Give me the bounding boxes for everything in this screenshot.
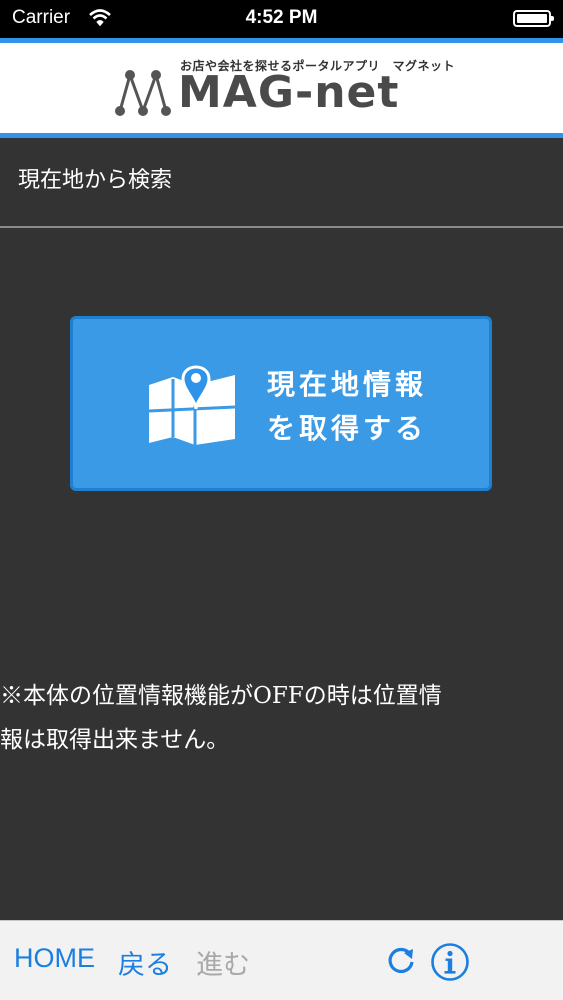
main-content: 現在地情報 を取得する ※本体の位置情報機能がOFFの時は位置情 報は取得出来ま… [0,230,563,920]
bottom-toolbar: HOME 戻る 進む [0,920,563,1000]
clock-time: 4:52 PM [245,7,318,28]
logo-mark-icon [112,67,174,121]
forward-button[interactable]: 進む [196,943,250,982]
location-notice-line2: 報は取得出来ません。 [0,727,230,753]
reload-icon[interactable] [384,943,418,981]
get-location-label: 現在地情報 を取得する [267,363,427,451]
info-icon[interactable] [430,942,470,986]
location-notice: ※本体の位置情報機能がOFFの時は位置情 報は取得出来ません。 [0,674,563,762]
section-title: 現在地から検索 [18,168,173,193]
back-button[interactable]: 戻る [118,943,172,982]
get-location-label-line2: を取得する [267,412,428,445]
status-bar: Carrier 4:52 PM [0,0,563,38]
get-location-label-line1: 現在地情報 [267,368,428,401]
section-header: 現在地から検索 [0,140,563,228]
battery-icon [513,10,554,27]
app-logo-text: MAG-net [178,67,400,118]
get-location-button[interactable]: 現在地情報 を取得する [70,316,492,491]
location-notice-line1: ※本体の位置情報機能がOFFの時は位置情 [0,683,442,709]
map-pin-icon [143,349,243,453]
app-header: お店や会社を探せるポータルアプリ マグネット MAG-net [0,38,563,138]
home-button[interactable]: HOME [14,943,95,974]
